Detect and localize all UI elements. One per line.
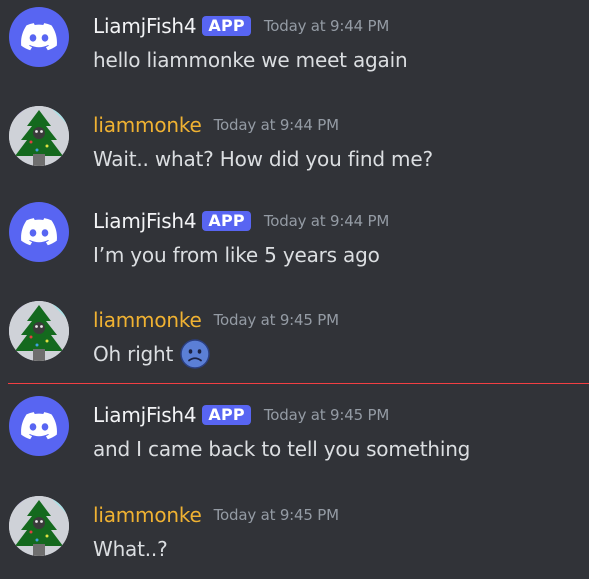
message-text: hello liammonke we meet again xyxy=(93,48,408,72)
app-badge: APP xyxy=(202,405,251,425)
message-text: and I came back to tell you something xyxy=(93,437,471,461)
timestamp: Today at 9:44 PM xyxy=(213,116,339,134)
timestamp: Today at 9:45 PM xyxy=(263,406,390,424)
chat-message: LiamjFish4 APP Today at 9:44 PM hello li… xyxy=(0,0,589,80)
chat-message: liammonke Today at 9:44 PM Wait.. what? … xyxy=(0,99,589,179)
timestamp: Today at 9:45 PM xyxy=(213,311,339,329)
discord-logo-icon xyxy=(21,412,57,440)
message-header: LiamjFish4 APP Today at 9:44 PM xyxy=(93,11,389,41)
message-header: liammonke Today at 9:44 PM xyxy=(93,110,339,140)
username[interactable]: LiamjFish4 xyxy=(93,403,197,427)
discord-logo-icon xyxy=(21,218,57,246)
avatar[interactable] xyxy=(9,106,69,166)
username[interactable]: liammonke xyxy=(93,113,202,137)
monke-tree-avatar xyxy=(9,106,69,166)
timestamp: Today at 9:45 PM xyxy=(213,506,339,524)
discord-logo-icon xyxy=(21,23,57,51)
timestamp: Today at 9:44 PM xyxy=(263,212,390,230)
message-content: Oh right xyxy=(93,339,210,369)
chat-message: LiamjFish4 APP Today at 9:44 PM I’m you … xyxy=(0,195,589,275)
message-text: I’m you from like 5 years ago xyxy=(93,243,380,267)
new-messages-divider xyxy=(8,383,589,384)
timestamp: Today at 9:44 PM xyxy=(263,17,390,35)
message-header: liammonke Today at 9:45 PM xyxy=(93,305,339,335)
username[interactable]: LiamjFish4 xyxy=(93,209,197,233)
message-text: Oh right xyxy=(93,342,174,366)
chat-message: liammonke Today at 9:45 PM Oh right xyxy=(0,294,589,374)
avatar[interactable] xyxy=(9,7,69,67)
message-header: liammonke Today at 9:45 PM xyxy=(93,500,339,530)
avatar[interactable] xyxy=(9,396,69,456)
username[interactable]: liammonke xyxy=(93,503,202,527)
username[interactable]: LiamjFish4 xyxy=(93,14,197,38)
message-text: Wait.. what? How did you find me? xyxy=(93,147,433,171)
app-badge: APP xyxy=(202,211,251,231)
chat-message: liammonke Today at 9:45 PM What..? xyxy=(0,489,589,569)
username[interactable]: liammonke xyxy=(93,308,202,332)
avatar[interactable] xyxy=(9,496,69,556)
app-badge: APP xyxy=(202,16,251,36)
message-header: LiamjFish4 APP Today at 9:44 PM xyxy=(93,206,389,236)
chat-messages: LiamjFish4 APP Today at 9:44 PM hello li… xyxy=(0,0,589,579)
frowning-face-emoji[interactable] xyxy=(180,339,210,369)
avatar[interactable] xyxy=(9,202,69,262)
monke-tree-avatar xyxy=(9,301,69,361)
chat-message: LiamjFish4 APP Today at 9:45 PM and I ca… xyxy=(0,389,589,469)
message-header: LiamjFish4 APP Today at 9:45 PM xyxy=(93,400,389,430)
message-text: What..? xyxy=(93,537,168,561)
monke-tree-avatar xyxy=(9,496,69,556)
avatar[interactable] xyxy=(9,301,69,361)
